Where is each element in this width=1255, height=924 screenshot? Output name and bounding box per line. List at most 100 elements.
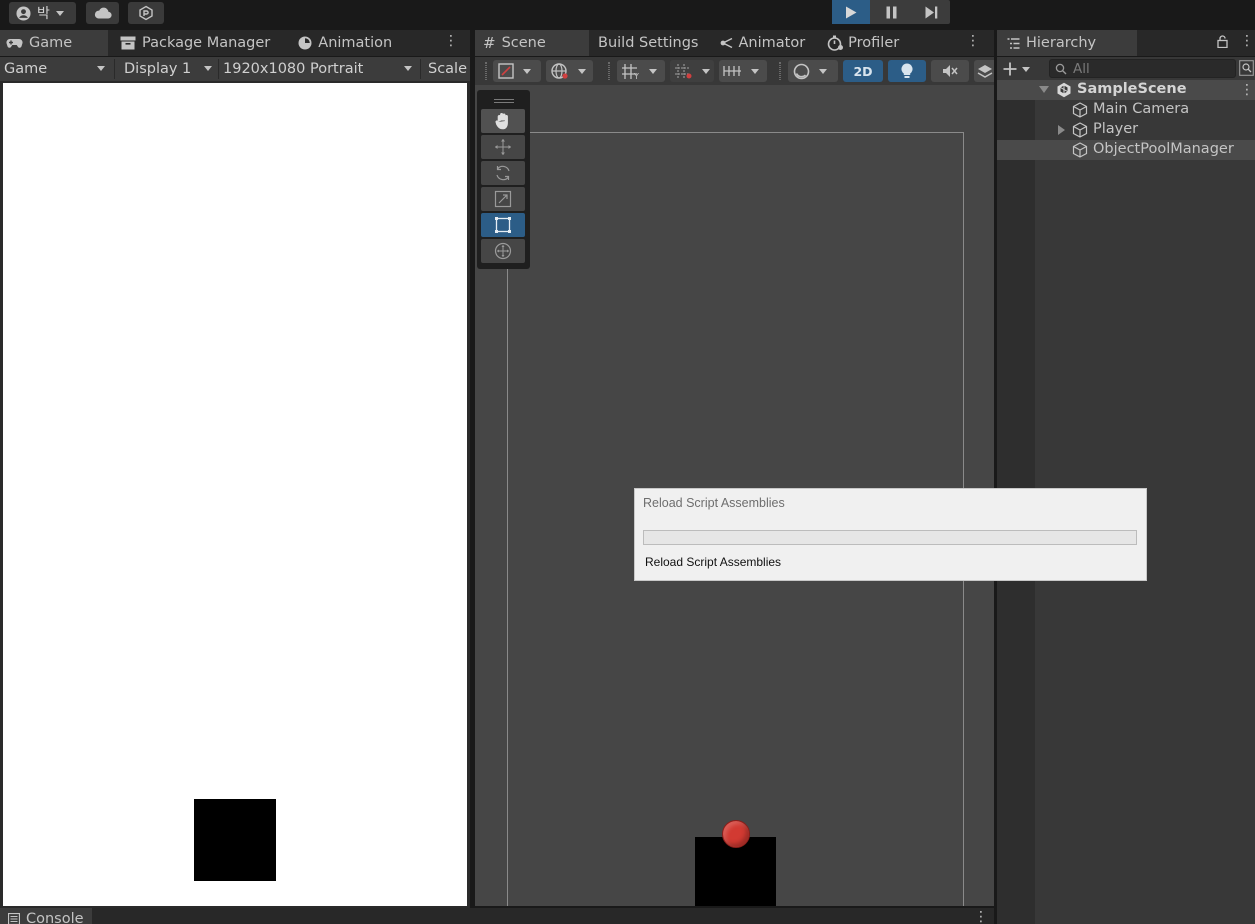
scale-label: Scale: [428, 61, 468, 77]
audio-toggle[interactable]: [931, 60, 969, 82]
chevron-down-icon: [649, 68, 657, 74]
panel-splitter[interactable]: [994, 30, 997, 924]
2d-mode-label: 2D: [853, 63, 873, 79]
resolution-dropdown[interactable]: 1920x1080 Portrait: [223, 57, 417, 81]
snap-increment-button[interactable]: [670, 60, 714, 82]
hierarchy-item-objectpoolmanager[interactable]: ObjectPoolManager: [997, 140, 1255, 160]
step-button[interactable]: [912, 0, 950, 24]
expand-arrow-icon[interactable]: [1039, 86, 1049, 93]
chevron-down-icon: [523, 68, 531, 74]
play-button[interactable]: [832, 0, 870, 24]
tab-profiler[interactable]: Profiler: [815, 30, 909, 56]
scene-tabstrip: # Scene Build Settings Animator Profiler…: [475, 30, 994, 56]
chevron-down-icon: [97, 66, 105, 71]
overlay-grip: [494, 99, 514, 103]
search-placeholder: All: [1073, 60, 1090, 77]
game-view-label: Game: [4, 61, 48, 77]
draw-mode-button[interactable]: [493, 60, 541, 82]
game-view-dropdown[interactable]: Game: [4, 57, 110, 81]
step-icon: [925, 6, 938, 19]
tab-hierarchy[interactable]: Hierarchy: [997, 30, 1137, 56]
search-by-type-icon[interactable]: [1239, 60, 1254, 76]
account-icon: [16, 5, 31, 21]
hand-icon: [495, 112, 511, 130]
chevron-down-icon: [204, 66, 212, 71]
divider: [218, 59, 219, 79]
scene-toolbar: Y 2D: [475, 57, 994, 85]
pause-icon: [886, 6, 897, 19]
rotate-icon: [494, 164, 512, 182]
tab-package-manager[interactable]: Package Manager: [108, 30, 280, 56]
display-dropdown[interactable]: Display 1: [124, 57, 216, 81]
audio-mute-icon: [942, 64, 958, 78]
hierarchy-tabstrip: Hierarchy ⋮: [997, 30, 1255, 56]
plus-icon: [1003, 62, 1017, 76]
cloud-button[interactable]: [86, 2, 119, 24]
hand-tool-button[interactable]: [481, 109, 525, 133]
expand-arrow-icon[interactable]: [1058, 125, 1065, 135]
account-button[interactable]: 박: [9, 2, 76, 24]
grid-icon: #: [483, 34, 496, 52]
effects-toggle[interactable]: [974, 60, 994, 82]
sphere-icon: [793, 63, 810, 80]
hierarchy-scene-row[interactable]: SampleScene ⋮: [997, 80, 1255, 100]
snap-grid-icon: [674, 63, 694, 80]
rotate-tool-button[interactable]: [481, 161, 525, 185]
tools-overlay: [477, 90, 530, 269]
collab-button[interactable]: [128, 2, 164, 24]
game-view-canvas[interactable]: [3, 83, 467, 906]
chevron-down-icon: [578, 68, 586, 74]
2d-mode-toggle[interactable]: 2D: [843, 60, 883, 82]
hierarchy-menu-button[interactable]: ⋮: [1240, 34, 1254, 48]
player-ball[interactable]: [722, 820, 750, 848]
play-controls: [832, 0, 950, 24]
shading-mode-button[interactable]: [788, 60, 838, 82]
game-panel-menu-button[interactable]: ⋮: [444, 34, 458, 48]
console-icon: [8, 913, 20, 924]
create-button[interactable]: [1003, 59, 1030, 79]
tab-label: Package Manager: [142, 35, 271, 51]
svg-text:Y: Y: [633, 72, 639, 80]
gameobject-cube-icon: [1072, 122, 1088, 138]
console-menu-button[interactable]: ⋮: [974, 910, 988, 924]
tab-label: Profiler: [848, 35, 900, 51]
hierarchy-toolbar: All: [997, 57, 1255, 81]
scale-slider-label[interactable]: Scale: [428, 57, 470, 81]
hierarchy-item-player[interactable]: Player: [997, 120, 1255, 140]
game-view-frame: [0, 81, 470, 908]
tab-console[interactable]: Console: [0, 908, 92, 924]
scene-globe-button[interactable]: [546, 60, 593, 82]
toolbar-grip: [608, 62, 610, 80]
scale-tool-button[interactable]: [481, 187, 525, 211]
hierarchy-search-input[interactable]: All: [1049, 59, 1236, 78]
move-tool-button[interactable]: [481, 135, 525, 159]
rect-tool-button[interactable]: [481, 213, 525, 237]
globe-icon: [551, 62, 569, 80]
scene-menu-button[interactable]: ⋮: [1240, 83, 1254, 97]
tab-scene[interactable]: # Scene: [475, 30, 589, 56]
gameobject-cube-icon: [1072, 102, 1088, 118]
gamepad-icon: [6, 38, 23, 49]
rect-transform-icon: [494, 216, 512, 234]
tab-build-settings[interactable]: Build Settings: [589, 30, 708, 56]
dialog-title: Reload Script Assemblies: [643, 496, 785, 510]
tab-game[interactable]: Game: [0, 30, 108, 56]
lock-icon[interactable]: [1217, 35, 1228, 48]
profiler-icon: [827, 35, 844, 51]
snap-settings-button[interactable]: [719, 60, 767, 82]
progress-bar: [643, 530, 1137, 545]
panel-splitter[interactable]: [470, 30, 475, 908]
scene-panel-menu-button[interactable]: ⋮: [966, 34, 980, 48]
tab-animation[interactable]: Animation: [280, 30, 402, 56]
hierarchy-item-main-camera[interactable]: Main Camera: [997, 100, 1255, 120]
main-toolbar: 박: [0, 0, 1255, 28]
chevron-down-icon: [751, 68, 759, 74]
pause-button[interactable]: [872, 0, 910, 24]
transform-tool-button[interactable]: [481, 239, 525, 263]
toolbar-grip: [779, 62, 781, 80]
tab-animator[interactable]: Animator: [708, 30, 815, 56]
grid-snap-button[interactable]: Y: [617, 60, 665, 82]
game-tabstrip: Game Package Manager Animation ⋮: [0, 30, 470, 56]
unity-scene-icon: [1056, 82, 1072, 98]
lighting-toggle[interactable]: [888, 60, 926, 82]
